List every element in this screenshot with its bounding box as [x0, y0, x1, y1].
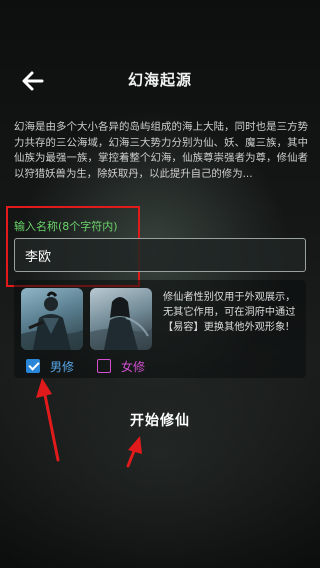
male-option-label: 男修 — [50, 359, 75, 374]
female-checkbox[interactable] — [97, 359, 111, 373]
male-option[interactable]: 男修 — [26, 356, 74, 376]
female-portrait[interactable] — [90, 288, 152, 350]
arrow-up-icon — [36, 378, 60, 462]
start-cultivation-button[interactable]: 开始修仙 — [100, 406, 220, 436]
arrow-up-icon — [126, 436, 142, 468]
male-portrait[interactable] — [21, 288, 83, 350]
world-description: 幻海是由多个大小各异的岛屿组成的海上大陆，同时也是三方势力共存的三公海域，幻海三… — [14, 121, 308, 180]
male-checkbox[interactable] — [26, 359, 40, 373]
female-option-label: 女修 — [121, 359, 146, 374]
page-title: 幻海起源 — [127, 71, 192, 89]
name-input[interactable] — [14, 238, 306, 272]
female-option[interactable]: 女修 — [97, 356, 145, 376]
female-figure-image — [90, 297, 152, 350]
male-figure-image — [21, 291, 83, 350]
appearance-note: 修仙者性别仅用于外观展示，无其它作用，可在洞府中通过【易容】更换其他外观形象! — [163, 292, 296, 333]
name-field-label: 输入名称(8个字符内) — [14, 220, 118, 233]
